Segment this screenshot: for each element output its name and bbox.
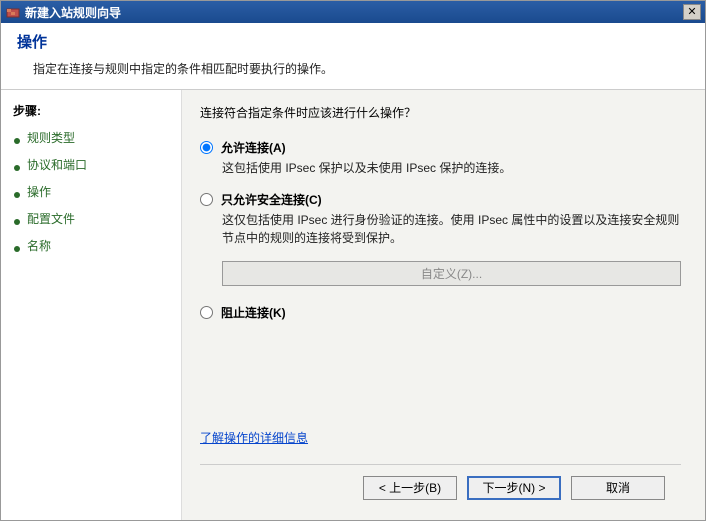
bullet-icon <box>13 134 21 142</box>
next-button[interactable]: 下一步(N) > <box>467 476 561 500</box>
option-allow-label: 允许连接(A) <box>221 139 286 156</box>
step-label: 名称 <box>27 237 51 254</box>
wizard-header: 操作 指定在连接与规则中指定的条件相匹配时要执行的操作。 <box>1 23 705 90</box>
option-secure-label: 只允许安全连接(C) <box>221 191 322 208</box>
firewall-icon <box>5 4 21 20</box>
wizard-body: 步骤: 规则类型 协议和端口 操作 配置文件 名称 连接 <box>1 90 705 520</box>
option-allow-desc: 这包括使用 IPsec 保护以及未使用 IPsec 保护的连接。 <box>222 160 681 177</box>
step-label: 规则类型 <box>27 129 75 146</box>
step-action[interactable]: 操作 <box>13 183 169 200</box>
step-label: 操作 <box>27 183 51 200</box>
bullet-icon <box>13 161 21 169</box>
bullet-icon <box>13 188 21 196</box>
option-secure[interactable]: 只允许安全连接(C) <box>200 191 681 208</box>
bullet-icon <box>13 215 21 223</box>
radio-secure[interactable] <box>200 193 213 206</box>
step-label: 配置文件 <box>27 210 75 227</box>
page-title: 操作 <box>17 31 689 52</box>
back-button[interactable]: < 上一步(B) <box>363 476 457 500</box>
radio-block[interactable] <box>200 306 213 319</box>
option-secure-desc: 这仅包括使用 IPsec 进行身份验证的连接。使用 IPsec 属性中的设置以及… <box>222 212 681 247</box>
wizard-footer: < 上一步(B) 下一步(N) > 取消 <box>200 464 681 510</box>
radio-allow[interactable] <box>200 141 213 154</box>
bullet-icon <box>13 242 21 250</box>
action-question: 连接符合指定条件时应该进行什么操作？ <box>200 104 681 121</box>
close-button[interactable]: ✕ <box>683 4 701 20</box>
step-name[interactable]: 名称 <box>13 237 169 254</box>
learn-more-link[interactable]: 了解操作的详细信息 <box>200 429 681 446</box>
content-pane: 连接符合指定条件时应该进行什么操作？ 允许连接(A) 这包括使用 IPsec 保… <box>181 90 705 520</box>
customize-button: 自定义(Z)... <box>222 261 681 286</box>
wizard-window: 新建入站规则向导 ✕ 操作 指定在连接与规则中指定的条件相匹配时要执行的操作。 … <box>0 0 706 521</box>
step-rule-type[interactable]: 规则类型 <box>13 129 169 146</box>
step-protocol-ports[interactable]: 协议和端口 <box>13 156 169 173</box>
step-label: 协议和端口 <box>27 156 87 173</box>
window-title: 新建入站规则向导 <box>25 4 683 21</box>
option-block[interactable]: 阻止连接(K) <box>200 304 681 321</box>
cancel-button[interactable]: 取消 <box>571 476 665 500</box>
steps-sidebar: 步骤: 规则类型 协议和端口 操作 配置文件 名称 <box>1 90 181 520</box>
steps-heading: 步骤: <box>13 102 169 119</box>
option-allow[interactable]: 允许连接(A) <box>200 139 681 156</box>
option-block-label: 阻止连接(K) <box>221 304 286 321</box>
step-profile[interactable]: 配置文件 <box>13 210 169 227</box>
page-description: 指定在连接与规则中指定的条件相匹配时要执行的操作。 <box>33 60 689 77</box>
titlebar: 新建入站规则向导 ✕ <box>1 1 705 23</box>
